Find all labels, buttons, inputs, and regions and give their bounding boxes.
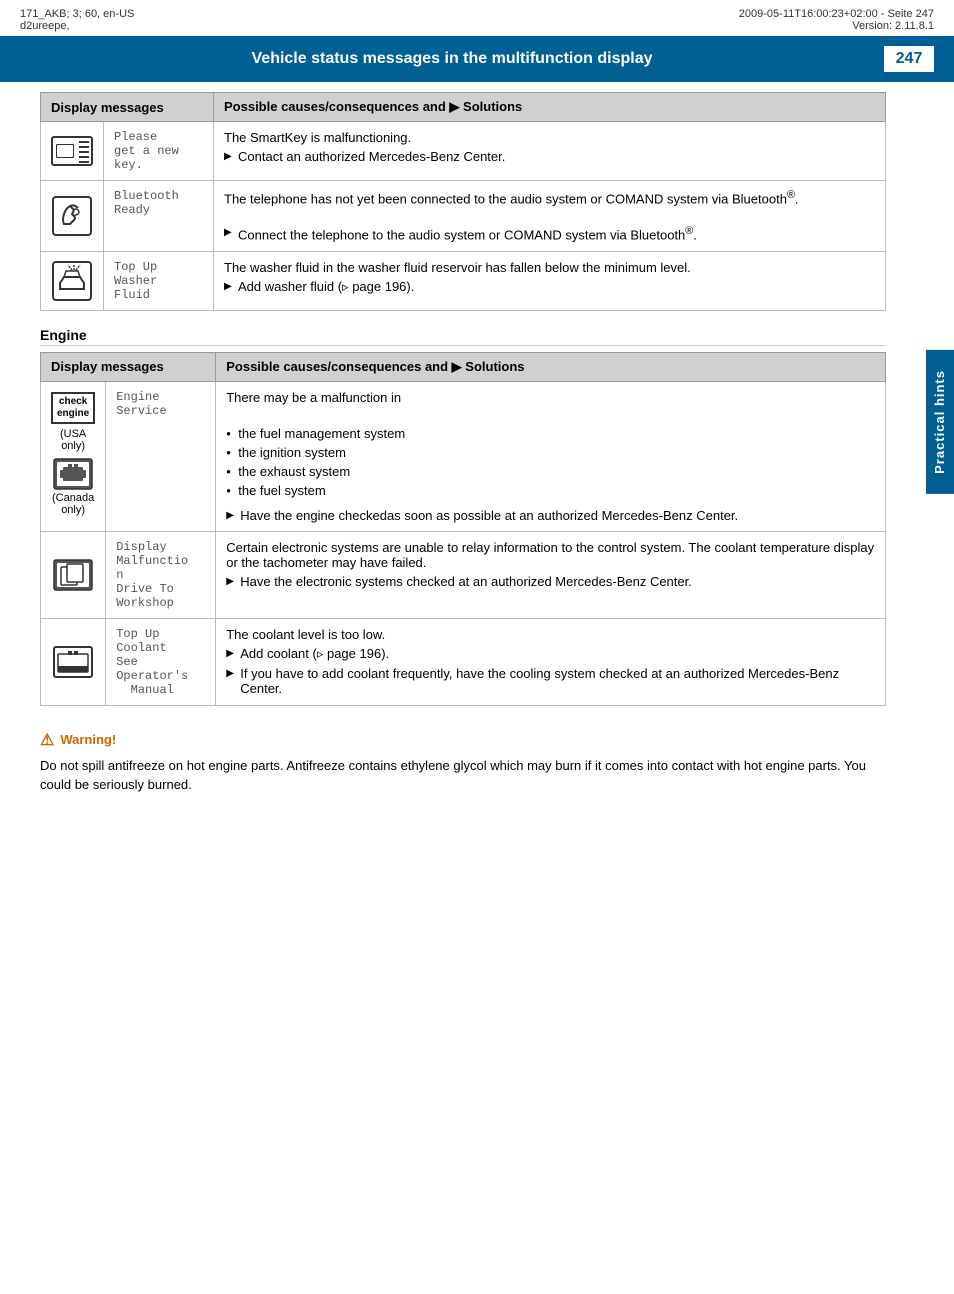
table-row: Pleaseget a newkey. The SmartKey is malf… [41,122,886,181]
usa-only-label: (USA only) [51,428,95,452]
list-item: the ignition system [226,443,875,462]
page-title-bar: Vehicle status messages in the multifunc… [0,36,954,82]
display-msg-smartkey: Pleaseget a newkey. [104,122,214,181]
causes-display-malfunction: Certain electronic systems are unable to… [216,531,886,618]
icon-cell-display-malfunction [41,531,106,618]
list-item: the fuel system [226,481,875,500]
causes-bluetooth: The telephone has not yet been connected… [214,181,886,252]
warning-text: Do not spill antifreeze on hot engine pa… [40,756,886,795]
table-row: DisplayMalfunctionDrive ToWorkshop Certa… [41,531,886,618]
warning-box: ⚠ Warning! Do not spill antifreeze on ho… [40,726,886,799]
table-row: checkengine (USA only) (Canadaon [41,381,886,531]
solution-display-malfunction: Have the electronic systems checked at a… [226,574,875,589]
table-row: BluetoothReady The telephone has not yet… [41,181,886,252]
table-row: Top UpWasherFluid The washer fluid in th… [41,251,886,310]
warning-icon: ⚠ [40,730,54,750]
solution-coolant-2: If you have to add coolant frequently, h… [226,666,875,696]
icon-cell-bluetooth [41,181,104,252]
meta-right: 2009-05-11T16:00:23+02:00 - Seite 247Ver… [739,8,934,32]
icon-cell-washer [41,251,104,310]
icon-cell-engine: checkengine (USA only) (Canadaon [41,381,106,531]
engine-section-heading: Engine [40,327,886,346]
display-msg-engine: EngineService [106,381,216,531]
coolant-icon [53,646,93,678]
check-engine-box: checkengine [51,392,95,424]
engine-bullet-list: the fuel management system the ignition … [226,420,875,504]
right-tab: Practical hints [926,350,954,494]
table-display-messages: Display messages Possible causes/consequ… [40,92,886,311]
causes-smartkey: The SmartKey is malfunctioning. Contact … [214,122,886,181]
table-engine-messages: Display messages Possible causes/consequ… [40,352,886,706]
page-title: Vehicle status messages in the multifunc… [20,50,884,68]
table-row: Top UpCoolantSeeOperator's Manual The co… [41,618,886,705]
list-item: the exhaust system [226,462,875,481]
table1-header-col1: Display messages [41,93,214,122]
display-malfunction-icon [53,559,93,591]
main-content: Display messages Possible causes/consequ… [0,82,926,819]
solution-bluetooth: Connect the telephone to the audio syste… [224,225,875,242]
washer-fluid-icon [52,261,92,301]
display-msg-bluetooth: BluetoothReady [104,181,214,252]
solution-engine: Have the engine checkedas soon as possib… [226,508,875,523]
warning-title-text: Warning! [60,732,116,747]
page-number: 247 [884,46,934,72]
icon-cell-smartkey [41,122,104,181]
solution-coolant-1: Add coolant (▹ page 196). [226,646,875,662]
list-item: the fuel management system [226,424,875,443]
engine-canada-icon [53,458,93,490]
smartkey-icon [51,136,93,166]
icon-cell-coolant [41,618,106,705]
display-msg-display-malfunction: DisplayMalfunctionDrive ToWorkshop [106,531,216,618]
causes-washer: The washer fluid in the washer fluid res… [214,251,886,310]
solution-washer: Add washer fluid (▹ page 196). [224,279,875,295]
solution-smartkey: Contact an authorized Mercedes-Benz Cent… [224,149,875,164]
display-msg-coolant: Top UpCoolantSeeOperator's Manual [106,618,216,705]
meta-left: 171_AKB; 3; 60, en-USd2ureepe, [20,8,134,32]
table2-header-col1: Display messages [41,352,216,381]
table2-header-col2: Possible causes/consequences and ▶ Solut… [216,352,886,381]
table1-header-col2: Possible causes/consequences and ▶ Solut… [214,93,886,122]
canada-only-label: (Canadaonly) [51,492,95,516]
warning-title: ⚠ Warning! [40,730,886,750]
causes-engine: There may be a malfunction in the fuel m… [216,381,886,531]
bluetooth-icon [52,196,92,236]
display-msg-washer: Top UpWasherFluid [104,251,214,310]
meta-header: 171_AKB; 3; 60, en-USd2ureepe, 2009-05-1… [0,0,954,36]
causes-coolant: The coolant level is too low. Add coolan… [216,618,886,705]
